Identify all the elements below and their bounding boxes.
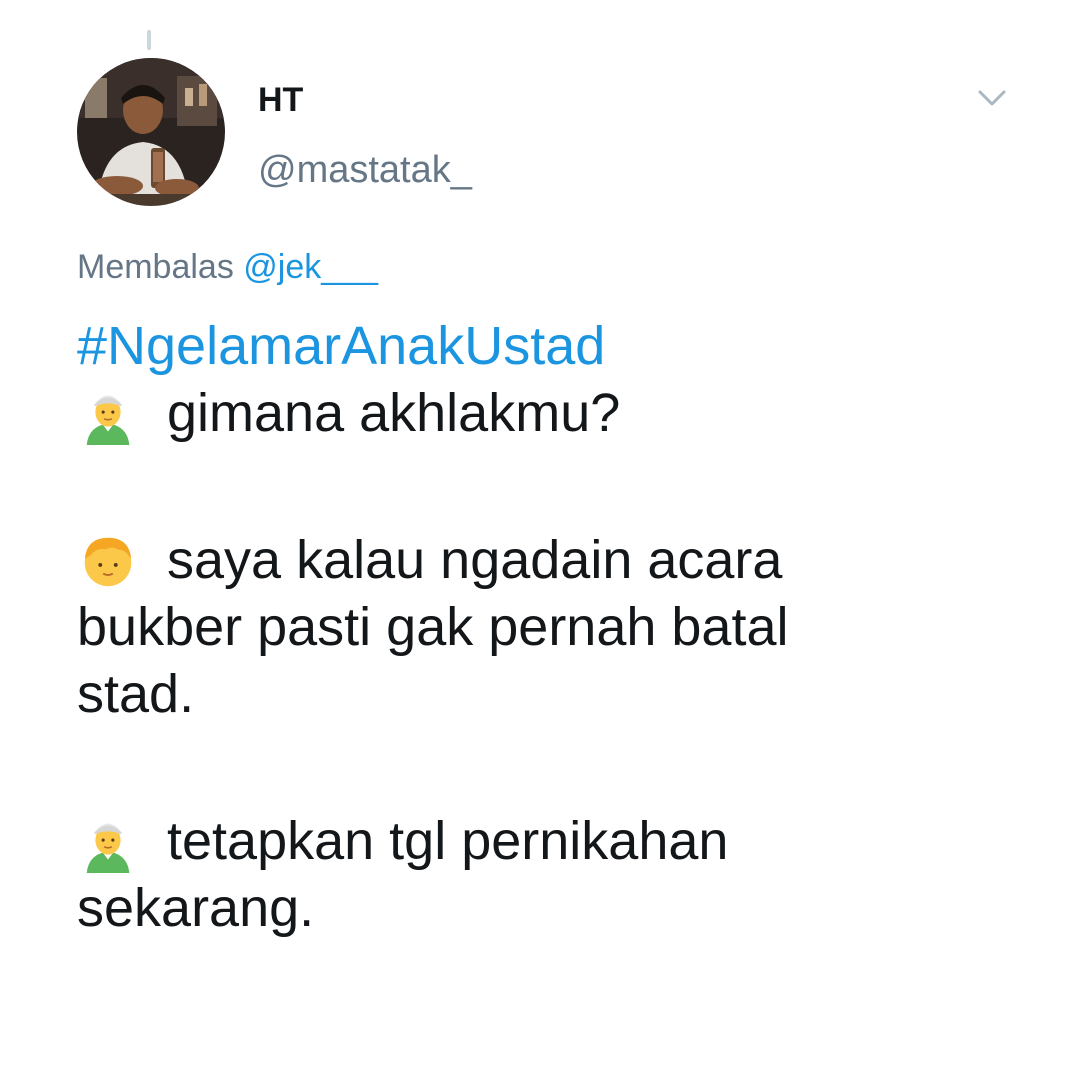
reply-context: Membalas @jek___ — [77, 245, 378, 289]
man-with-turban-emoji — [77, 383, 139, 445]
more-options-button[interactable] — [970, 78, 1014, 118]
author-display-name[interactable]: HT — [258, 78, 303, 122]
avatar[interactable] — [77, 58, 225, 206]
reply-mention-link[interactable]: @jek___ — [243, 248, 378, 286]
dialogue-line-ustad: gimana akhlakmu? — [167, 383, 621, 443]
thread-connector-line — [147, 30, 151, 50]
chevron-down-icon — [978, 90, 1006, 106]
tweet-line: saya kalau ngadain acara — [77, 527, 1037, 594]
man-with-turban-emoji — [77, 811, 139, 873]
dialogue-line-suitor-cont: bukber pasti gak pernah batal — [77, 597, 789, 657]
reply-prefix: Membalas — [77, 248, 234, 286]
tweet-line: sekarang. — [77, 875, 1037, 942]
dialogue-line-suitor: saya kalau ngadain acara — [167, 530, 783, 590]
dialogue-line-ustad-2: tetapkan tgl pernikahan — [167, 811, 729, 871]
tweet-line: stad. — [77, 661, 1037, 728]
avatar-photo — [77, 58, 225, 206]
tweet-line: #NgelamarAnakUstad — [77, 313, 1037, 380]
tweet-line: bukber pasti gak pernah batal — [77, 594, 1037, 661]
tweet-text: #NgelamarAnakUstad gimana akhlakmu? saya… — [77, 313, 1037, 942]
hashtag-link[interactable]: #NgelamarAnakUstad — [77, 313, 605, 380]
tweet-line: gimana akhlakmu? — [77, 380, 1037, 447]
dialogue-line-suitor-end: stad. — [77, 664, 195, 724]
author-handle[interactable]: @mastatak_ — [258, 147, 472, 193]
dialogue-line-ustad-2-cont: sekarang. — [77, 878, 315, 938]
boy-face-emoji — [77, 530, 139, 592]
tweet-line: tetapkan tgl pernikahan — [77, 808, 1037, 875]
